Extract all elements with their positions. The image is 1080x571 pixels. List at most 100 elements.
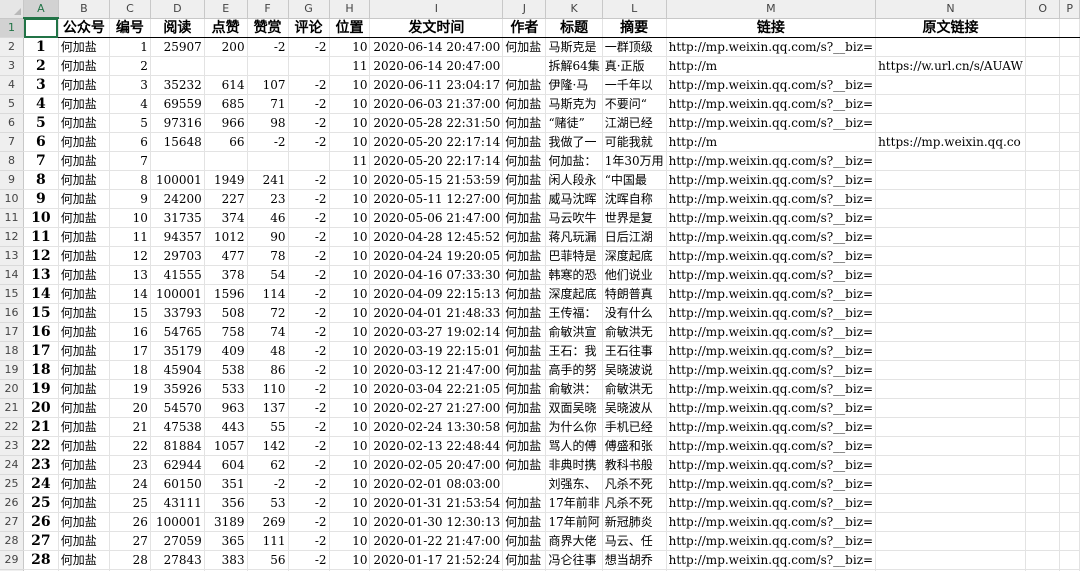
cell-e[interactable]: 963 [204, 398, 248, 418]
cell-k[interactable]: 何加盐： [545, 151, 603, 171]
cell-a[interactable]: 10 [23, 208, 59, 228]
column-header-d[interactable]: D [150, 0, 205, 19]
cell-j[interactable]: 何加盐 [502, 265, 547, 285]
cell-k[interactable]: 高手的努 [545, 360, 603, 380]
cell-c[interactable]: 11 [109, 227, 151, 247]
cell-p[interactable] [1059, 493, 1080, 513]
cell-h[interactable]: 10 [329, 246, 371, 266]
cell-i[interactable]: 2020-06-11 23:04:17 [369, 75, 504, 95]
cell-f[interactable]: 71 [247, 94, 289, 114]
cell-d[interactable]: 100001 [150, 284, 205, 304]
row-header[interactable]: 21 [0, 398, 24, 418]
cell-g[interactable] [288, 151, 330, 171]
column-header-j[interactable]: J [502, 0, 547, 19]
header-cell-e[interactable]: 点赞 [204, 18, 248, 38]
column-header-h[interactable]: H [329, 0, 371, 19]
cell-p[interactable] [1059, 75, 1080, 95]
cell-c[interactable]: 21 [109, 417, 151, 437]
cell-c[interactable]: 7 [109, 151, 151, 171]
cell-l[interactable]: 不要问“ [602, 94, 667, 114]
cell-b[interactable]: 何加盐 [58, 132, 110, 152]
cell-o[interactable] [1025, 455, 1061, 475]
column-header-c[interactable]: C [109, 0, 151, 19]
cell-m[interactable]: http://m [666, 132, 877, 152]
column-header-b[interactable]: B [58, 0, 110, 19]
cell-d[interactable]: 54765 [150, 322, 205, 342]
cell-l[interactable]: 凡杀不死 [602, 493, 667, 513]
cell-i[interactable]: 2020-04-24 19:20:05 [369, 246, 504, 266]
cell-j[interactable]: 何加盐 [502, 512, 547, 532]
cell-n[interactable] [875, 37, 1026, 57]
cell-g[interactable]: -2 [288, 360, 330, 380]
cell-k[interactable]: 韩寒的恐 [545, 265, 603, 285]
cell-a[interactable]: 4 [23, 94, 59, 114]
cell-b[interactable]: 何加盐 [58, 550, 110, 570]
cell-l[interactable]: 他们说业 [602, 265, 667, 285]
cell-a[interactable]: 11 [23, 227, 59, 247]
cell-h[interactable]: 10 [329, 360, 371, 380]
cell-f[interactable]: 137 [247, 398, 289, 418]
cell-f[interactable]: 107 [247, 75, 289, 95]
cell-m[interactable]: http://mp.weixin.qq.com/s?__biz= [666, 531, 877, 551]
cell-g[interactable]: -2 [288, 284, 330, 304]
cell-c[interactable]: 22 [109, 436, 151, 456]
cell-f[interactable]: -2 [247, 474, 289, 494]
cell-f[interactable]: 111 [247, 531, 289, 551]
cell-l[interactable]: 想当胡乔 [602, 550, 667, 570]
cell-k[interactable]: 17年前阿 [545, 512, 603, 532]
row-header[interactable]: 28 [0, 531, 24, 551]
cell-o[interactable] [1025, 550, 1061, 570]
cell-o[interactable] [1025, 417, 1061, 437]
cell-d[interactable]: 31735 [150, 208, 205, 228]
cell-j[interactable]: 何加盐 [502, 246, 547, 266]
cell-k[interactable]: 冯仑往事 [545, 550, 603, 570]
cell-f[interactable] [247, 56, 289, 76]
cell-j[interactable]: 何加盐 [502, 417, 547, 437]
cell-m[interactable]: http://m [666, 56, 877, 76]
cell-i[interactable]: 2020-03-12 21:47:00 [369, 360, 504, 380]
cell-g[interactable]: -2 [288, 303, 330, 323]
cell-h[interactable]: 10 [329, 303, 371, 323]
cell-f[interactable]: 110 [247, 379, 289, 399]
cell-j[interactable]: 何加盐 [502, 436, 547, 456]
cell-l[interactable]: 教科书般 [602, 455, 667, 475]
cell-b[interactable]: 何加盐 [58, 94, 110, 114]
cell-h[interactable]: 10 [329, 170, 371, 190]
cell-d[interactable]: 97316 [150, 113, 205, 133]
cell-b[interactable]: 何加盐 [58, 322, 110, 342]
cell-m[interactable]: http://mp.weixin.qq.com/s?__biz= [666, 455, 877, 475]
cell-g[interactable]: -2 [288, 493, 330, 513]
cell-o[interactable] [1025, 151, 1061, 171]
cell-f[interactable]: 48 [247, 341, 289, 361]
cell-j[interactable]: 何加盐 [502, 284, 547, 304]
cell-e[interactable]: 3189 [204, 512, 248, 532]
cell-i[interactable]: 2020-06-14 20:47:00 [369, 56, 504, 76]
cell-a[interactable]: 7 [23, 151, 59, 171]
row-header[interactable]: 25 [0, 474, 24, 494]
column-header-n[interactable]: N [875, 0, 1026, 19]
cell-o[interactable] [1025, 113, 1061, 133]
cell-j[interactable]: 何加盐 [502, 379, 547, 399]
cell-p[interactable] [1059, 322, 1080, 342]
cell-o[interactable] [1025, 531, 1061, 551]
cell-g[interactable] [288, 56, 330, 76]
cell-p[interactable] [1059, 189, 1080, 209]
cell-i[interactable]: 2020-03-04 22:21:05 [369, 379, 504, 399]
cell-k[interactable]: 拆解64集 [545, 56, 603, 76]
header-cell-p[interactable] [1059, 18, 1080, 38]
cell-g[interactable]: -2 [288, 246, 330, 266]
cell-l[interactable]: 吴晓波从 [602, 398, 667, 418]
cell-d[interactable]: 35232 [150, 75, 205, 95]
cell-j[interactable] [502, 474, 547, 494]
cell-m[interactable]: http://mp.weixin.qq.com/s?__biz= [666, 246, 877, 266]
cell-c[interactable]: 28 [109, 550, 151, 570]
cell-n[interactable] [875, 75, 1026, 95]
cell-h[interactable]: 10 [329, 550, 371, 570]
cell-o[interactable] [1025, 56, 1061, 76]
cell-j[interactable] [502, 56, 547, 76]
cell-i[interactable]: 2020-04-01 21:48:33 [369, 303, 504, 323]
cell-b[interactable]: 何加盐 [58, 75, 110, 95]
cell-j[interactable]: 何加盐 [502, 151, 547, 171]
cell-k[interactable]: 骂人的傅 [545, 436, 603, 456]
header-cell-c[interactable]: 编号 [109, 18, 151, 38]
